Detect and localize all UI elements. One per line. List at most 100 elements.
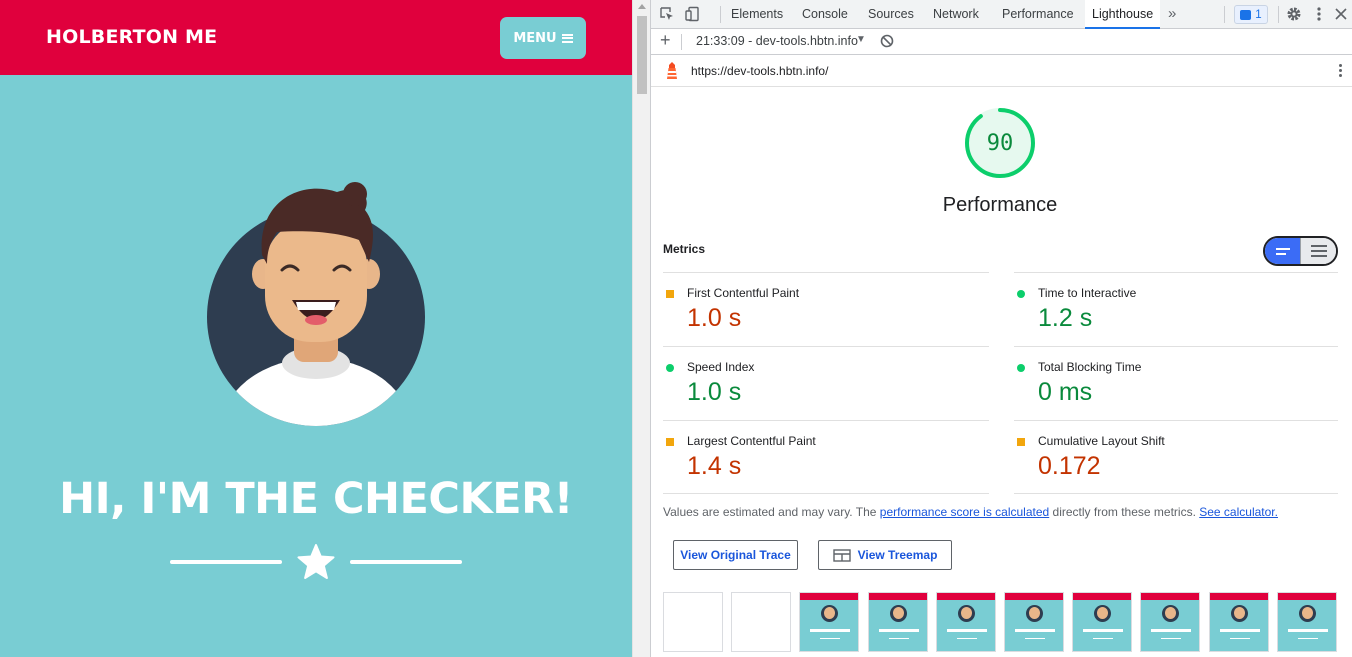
inspect-element-icon[interactable] [659, 6, 675, 22]
average-marker-icon [1017, 438, 1025, 446]
message-icon [1240, 9, 1252, 20]
tab-elements[interactable]: Elements [731, 0, 783, 29]
filmstrip-frame [935, 592, 996, 652]
lighthouse-toolbar: + 21:33:09 - dev-tools.hbtn.info ▼ [651, 29, 1352, 55]
frame-thumbnail-part [888, 638, 909, 639]
tab-network[interactable]: Network [933, 0, 979, 29]
issues-counter-button[interactable]: 1 [1234, 5, 1268, 24]
close-icon[interactable] [1333, 6, 1349, 22]
filmstrip-frame [1208, 592, 1269, 652]
metric-time-to-interactive: Time to Interactive 1.2 s [1014, 272, 1338, 346]
frame-thumbnail-part [936, 593, 995, 600]
toolbar-separator [720, 6, 721, 23]
metric-label: First Contentful Paint [687, 286, 800, 300]
toolbar-separator [1278, 6, 1279, 23]
frame-thumbnail-part [868, 593, 927, 600]
frame-thumbnail-part [1093, 638, 1114, 639]
metrics-view-toggle[interactable] [1263, 236, 1338, 266]
page-scrollbar[interactable] [632, 0, 650, 657]
frame-thumbnail-part [1209, 593, 1268, 600]
frame-thumbnail-part [1073, 593, 1132, 600]
pass-marker-icon [666, 364, 674, 372]
avatar-illustration [207, 182, 425, 426]
frame-thumbnail-part [1015, 629, 1055, 632]
frame-thumbnail-part [810, 629, 851, 632]
metrics-disclaimer: Values are estimated and may vary. The p… [663, 505, 1278, 519]
frame-thumbnail-part [892, 607, 904, 619]
divider-line-left [170, 560, 282, 564]
frame-thumbnail-part [1025, 638, 1045, 639]
device-toolbar-icon[interactable] [685, 6, 701, 22]
frame-thumbnail-part [1229, 638, 1250, 639]
clear-all-icon[interactable] [880, 34, 894, 48]
filmstrip [663, 592, 1343, 654]
metric-value: 0.172 [1038, 452, 1101, 480]
metric-label: Cumulative Layout Shift [1038, 434, 1165, 448]
frame-thumbnail-part [1233, 607, 1245, 619]
filmstrip-frame [1072, 592, 1133, 652]
frame-thumbnail-part [1219, 629, 1260, 632]
dropdown-caret-icon[interactable]: ▼ [856, 34, 866, 45]
toolbar-separator [681, 34, 682, 50]
filmstrip-frame [799, 592, 860, 652]
menu-button[interactable]: MENU [500, 17, 586, 59]
score-calculated-link[interactable]: performance score is calculated [880, 505, 1049, 519]
frame-thumbnail-part [800, 593, 859, 600]
new-report-plus-icon[interactable]: + [660, 30, 671, 51]
report-url[interactable]: https://dev-tools.hbtn.info/ [691, 64, 828, 78]
frame-thumbnail-part [960, 607, 972, 619]
lighthouse-logo-icon [667, 62, 677, 79]
filmstrip-frame [1140, 592, 1201, 652]
view-treemap-button[interactable]: View Treemap [818, 540, 952, 570]
see-calculator-link[interactable]: See calculator. [1199, 505, 1278, 519]
hero-title: HI, I'M THE CHECKER! [59, 474, 573, 524]
metric-cumulative-layout-shift: Cumulative Layout Shift 0.172 [1014, 420, 1338, 494]
filmstrip-frame [1004, 592, 1064, 652]
average-marker-icon [666, 438, 674, 446]
more-tabs-icon[interactable]: » [1168, 5, 1176, 22]
expanded-view-icon[interactable] [1300, 238, 1336, 264]
metric-label: Speed Index [687, 360, 755, 374]
frame-thumbnail-part [946, 629, 987, 632]
more-options-icon[interactable] [1311, 6, 1327, 22]
metric-value: 1.4 s [687, 452, 742, 480]
site-navbar: HOLBERTON ME MENU [0, 0, 632, 75]
metric-value: 0 ms [1038, 378, 1093, 406]
metric-value: 1.2 s [1038, 304, 1093, 332]
compact-view-icon[interactable] [1265, 238, 1301, 264]
filmstrip-frame [663, 592, 723, 652]
frame-thumbnail-part [878, 629, 919, 632]
report-selector[interactable]: 21:33:09 - dev-tools.hbtn.info [696, 34, 858, 48]
toolbar-separator [1224, 6, 1225, 23]
filmstrip-frame [1276, 592, 1337, 652]
menu-label: MENU [513, 30, 557, 46]
frame-thumbnail-part [1141, 593, 1200, 600]
settings-gear-icon[interactable] [1286, 6, 1302, 22]
metric-first-contentful-paint: First Contentful Paint 1.0 s [663, 272, 989, 346]
tab-console[interactable]: Console [802, 0, 848, 29]
scrollbar-thumb[interactable] [637, 16, 647, 94]
lighthouse-report: 90 Performance Metrics First Contentful … [651, 88, 1352, 657]
tab-sources[interactable]: Sources [868, 0, 914, 29]
metric-value: 1.0 s [687, 304, 742, 332]
performance-score: 90 [986, 131, 1014, 156]
scroll-up-arrow-icon[interactable] [638, 4, 646, 9]
filmstrip-frame [731, 592, 792, 652]
button-label: View Original Trace [680, 548, 791, 562]
metric-value: 1.0 s [687, 378, 742, 406]
metric-label: Largest Contentful Paint [687, 434, 816, 448]
site-brand[interactable]: HOLBERTON ME [46, 26, 217, 48]
disclaimer-text: directly from these metrics. [1049, 505, 1200, 519]
star-divider [170, 544, 462, 580]
frame-thumbnail-part [1161, 638, 1182, 639]
metric-speed-index: Speed Index 1.0 s [663, 346, 989, 420]
report-url-bar: https://dev-tools.hbtn.info/ [651, 55, 1352, 87]
pass-marker-icon [1017, 364, 1025, 372]
issues-count: 1 [1255, 8, 1262, 21]
report-menu-icon[interactable] [1339, 64, 1342, 78]
tab-lighthouse[interactable]: Lighthouse [1085, 0, 1161, 29]
metric-label: Total Blocking Time [1038, 360, 1142, 374]
view-original-trace-button[interactable]: View Original Trace [673, 540, 798, 570]
button-label: View Treemap [857, 548, 938, 562]
tab-performance[interactable]: Performance [1002, 0, 1074, 29]
